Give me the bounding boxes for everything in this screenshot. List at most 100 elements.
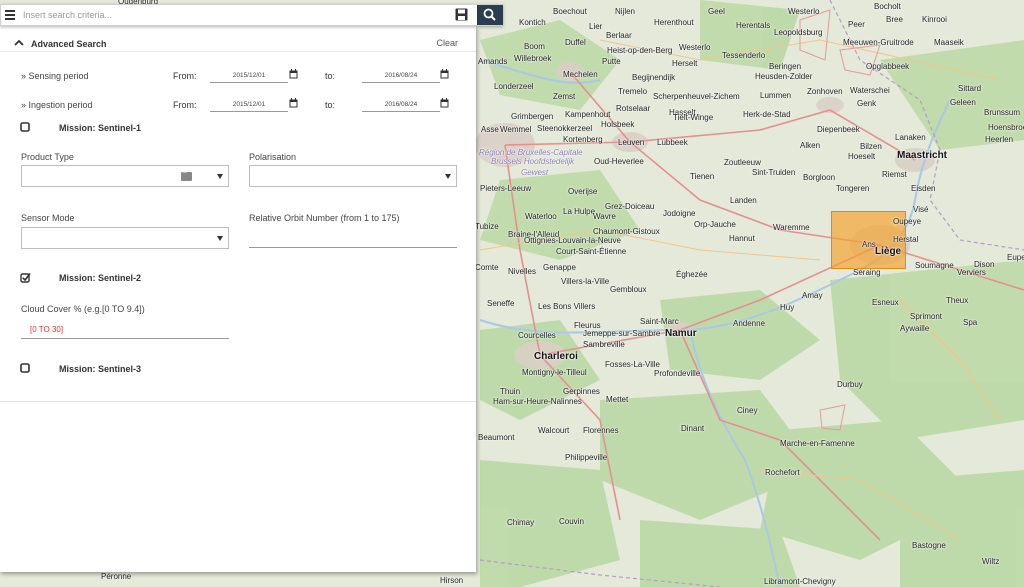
sensing-from-date-input[interactable] xyxy=(210,68,288,83)
map-place-label: Westerlo xyxy=(788,7,820,16)
map-place-label: Landen xyxy=(730,196,757,205)
map-place-label: Borgloon xyxy=(803,173,836,182)
map-place-label: Lummen xyxy=(760,91,792,100)
product-type-label: Product Type xyxy=(21,152,74,162)
map-place-label: Eisden xyxy=(911,184,936,193)
map-place-label: Sint-Truiden xyxy=(752,168,796,177)
map-place-label: Lanaken xyxy=(895,133,926,142)
map-place-label: Namur xyxy=(665,328,697,339)
chevron-up-icon[interactable] xyxy=(14,38,24,48)
map-place-label: Hirson xyxy=(440,576,464,585)
sensor-mode-label: Sensor Mode xyxy=(21,213,75,223)
calendar-icon[interactable] xyxy=(289,98,298,108)
map-place-label: Thuin xyxy=(500,387,521,396)
map-place-label: Huy xyxy=(780,303,795,312)
map-place-label: Asse xyxy=(481,125,499,134)
ingestion-from-date-input[interactable] xyxy=(210,97,288,112)
map-place-label: Jemeppe-sur-Sambre xyxy=(583,329,661,338)
advanced-search-title: Advanced Search xyxy=(31,39,107,49)
map-place-label: Éghezée xyxy=(676,270,708,279)
map-place-label: Grez-Doiceau xyxy=(605,202,655,211)
search-bar xyxy=(0,4,503,26)
search-input[interactable] xyxy=(23,7,443,23)
map-place-label: Kampenhout xyxy=(565,110,611,119)
map-place-label: Wiltz xyxy=(982,557,1000,566)
hamburger-menu-icon[interactable] xyxy=(5,8,19,22)
map-place-label: Pieters-Leeuw xyxy=(480,184,532,193)
clear-button[interactable]: Clear xyxy=(436,38,458,48)
cloud-cover-label: Cloud Cover % (e.g.[0 TO 9.4]) xyxy=(21,304,145,314)
sentinel-1-label: Mission: Sentinel-1 xyxy=(59,123,142,133)
map-place-label: Oupeye xyxy=(893,217,922,226)
map-place-label: Ciney xyxy=(737,406,758,415)
map-place-label: Geel xyxy=(708,7,725,16)
map-place-label: Montigny-le-Tilleul xyxy=(522,368,587,377)
map-place-label: Court-Saint-Étienne xyxy=(556,247,627,256)
map-place-label: Wemmel xyxy=(500,125,532,134)
map-place-label: Jodoigne xyxy=(663,209,696,218)
map-place-label: Alken xyxy=(800,141,821,150)
map-place-label: Londerzeel xyxy=(494,82,534,91)
map-place-label: Profondeville xyxy=(654,369,701,378)
map-place-label: Zoutleeuw xyxy=(724,158,761,167)
map-place-label: Waterschei xyxy=(850,86,890,95)
map-place-label: Herk-de-Stad xyxy=(743,110,791,119)
sensor-mode-select[interactable] xyxy=(21,227,229,249)
sensing-period-label: » Sensing period xyxy=(21,71,89,81)
map-place-label: Bastogne xyxy=(912,541,946,550)
ingestion-period-row: » Ingestion period From: to: xyxy=(0,97,476,115)
map-place-label: Kinrooi xyxy=(922,15,947,24)
calendar-icon[interactable] xyxy=(440,98,449,108)
sentinel-3-checkbox[interactable] xyxy=(20,363,30,373)
sensing-to-date-input[interactable] xyxy=(362,68,440,83)
map-place-label: Leuven xyxy=(618,138,645,147)
map-place-label: Spa xyxy=(963,318,978,327)
more-options-icon[interactable] xyxy=(181,170,192,181)
map-place-label: Genappe xyxy=(543,263,576,272)
map-place-label: Heist-op-den-Berg xyxy=(607,46,673,55)
map-place-label: Durbuy xyxy=(837,380,863,389)
calendar-icon[interactable] xyxy=(289,69,298,79)
map-place-label: Kortenberg xyxy=(563,135,603,144)
map-place-label: Bocholt xyxy=(874,2,901,11)
mission-sentinel-2-row: Mission: Sentinel-2 xyxy=(0,271,476,285)
map-place-label: Steenokkerzeel xyxy=(537,124,593,133)
map-place-label: Amay xyxy=(802,291,823,300)
product-type-select[interactable] xyxy=(21,165,229,187)
map-place-label: Bilzen xyxy=(860,142,882,151)
map-place-label: Tubize xyxy=(475,222,499,231)
ingestion-from-label: From: xyxy=(173,100,197,110)
map-place-label: Wavre xyxy=(593,212,616,221)
map-place-label: Couvin xyxy=(559,517,584,526)
map-place-label: Saint-Marc xyxy=(640,317,679,326)
polarisation-select[interactable] xyxy=(249,165,457,187)
map-place-label: Heerlen xyxy=(985,135,1014,144)
map-place-label: Rochefort xyxy=(765,468,800,477)
save-search-button[interactable] xyxy=(455,8,471,23)
mission-sentinel-1-row: Mission: Sentinel-1 xyxy=(0,121,476,135)
search-button[interactable] xyxy=(477,5,503,25)
map-place-label: Herentals xyxy=(736,21,771,30)
map-place-label: Holsbeek xyxy=(601,120,635,129)
calendar-icon[interactable] xyxy=(440,69,449,79)
map-place-label: Villers-la-Ville xyxy=(561,277,610,286)
map-place-label: Scherpenheuvel-Zichem xyxy=(653,92,740,101)
sentinel-2-checkbox[interactable] xyxy=(20,272,31,283)
advanced-search-header: Advanced Search Clear xyxy=(0,34,476,52)
map-place-label: Bree xyxy=(886,15,903,24)
ingestion-to-date-input[interactable] xyxy=(362,97,440,112)
map-place-label: Kontich xyxy=(519,18,546,27)
caret-down-icon xyxy=(217,236,223,241)
map-place-label: Ham-sur-Heure-Nalinnes xyxy=(493,397,582,406)
relative-orbit-input[interactable] xyxy=(249,232,457,248)
map-place-label: Herenthout xyxy=(654,18,694,27)
sentinel-1-checkbox[interactable] xyxy=(20,122,30,132)
map-place-label: Leopoldsburg xyxy=(774,28,823,37)
map-place-label: Waremme xyxy=(773,223,810,232)
map-place-label: Chaumont-Gistoux xyxy=(593,227,660,236)
map-place-label: Nivelles xyxy=(508,267,537,276)
map-place-label: Hannut xyxy=(729,234,755,243)
cloud-cover-input[interactable] xyxy=(21,321,229,339)
map-place-label: Sambreville xyxy=(583,340,625,349)
map-place-label: Tielt-Winge xyxy=(673,113,714,122)
